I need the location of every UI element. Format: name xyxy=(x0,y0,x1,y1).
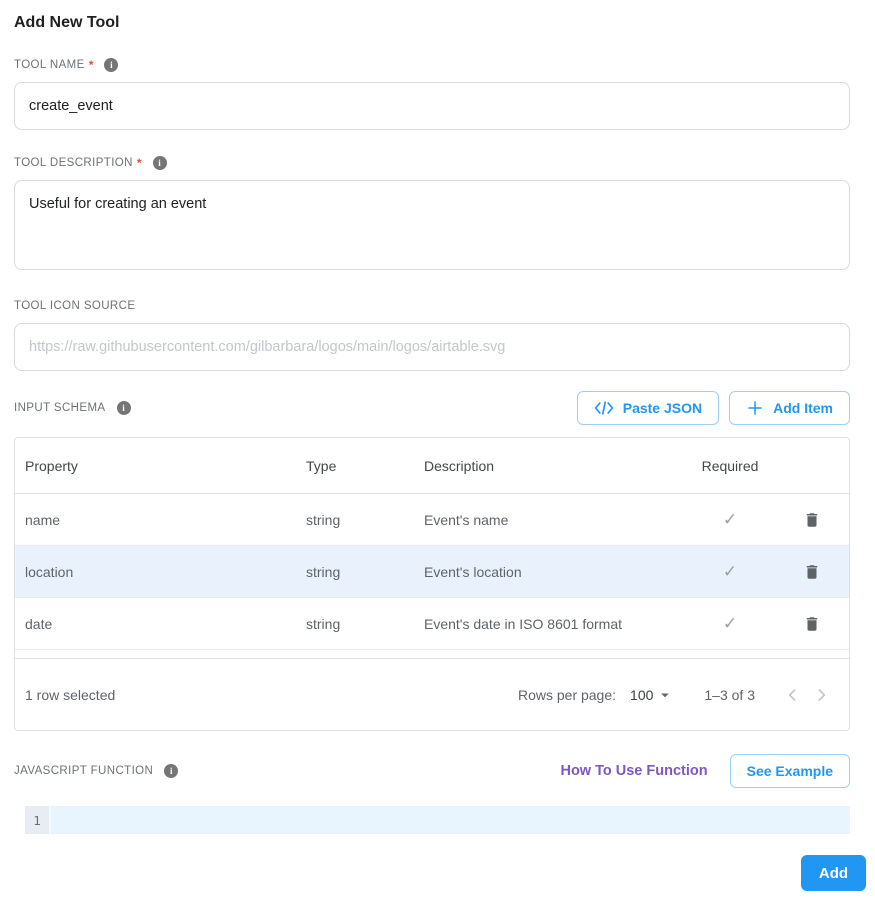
tool-description-label-row: TOOL DESCRIPTION * i xyxy=(14,155,850,171)
how-to-use-function-link[interactable]: How To Use Function xyxy=(560,763,707,779)
tool-name-label-row: TOOL NAME * i xyxy=(14,57,850,73)
javascript-function-label: JAVASCRIPT FUNCTION xyxy=(14,765,154,777)
code-icon xyxy=(594,401,613,415)
next-page-button[interactable] xyxy=(807,681,835,709)
column-header-description: Description xyxy=(424,457,495,474)
table-row[interactable]: location string Event's location ✓ xyxy=(15,546,849,598)
required-asterisk: * xyxy=(136,156,142,170)
tool-icon-source-input[interactable] xyxy=(14,323,850,371)
see-example-label: See Example xyxy=(746,763,833,779)
table-row[interactable]: name string Event's name ✓ xyxy=(15,494,849,546)
tool-name-label: TOOL NAME xyxy=(14,59,85,71)
tool-name-input[interactable] xyxy=(14,82,850,130)
add-item-label: Add Item xyxy=(773,400,833,416)
pagination-range-text: 1–3 of 3 xyxy=(704,686,755,703)
paste-json-button[interactable]: Paste JSON xyxy=(576,391,720,425)
table-row[interactable]: date string Event's date in ISO 8601 for… xyxy=(15,598,849,650)
info-icon[interactable]: i xyxy=(104,58,119,72)
check-icon: ✓ xyxy=(722,613,738,633)
trash-icon xyxy=(806,616,818,631)
plus-icon xyxy=(748,401,762,415)
table-header-row: Property Type Description Required xyxy=(15,438,849,494)
delete-row-button[interactable] xyxy=(799,611,825,637)
cell-description: Event's name xyxy=(424,511,509,528)
input-schema-table: Property Type Description Required name … xyxy=(14,437,850,731)
add-item-button[interactable]: Add Item xyxy=(729,391,850,425)
cell-property: location xyxy=(25,563,74,580)
required-asterisk: * xyxy=(88,58,94,72)
column-header-property: Property xyxy=(25,457,78,474)
tool-description-input[interactable]: Useful for creating an event xyxy=(14,180,850,270)
tool-description-label: TOOL DESCRIPTION xyxy=(14,157,133,169)
cell-type: string xyxy=(306,563,341,580)
chevron-right-icon xyxy=(818,688,826,701)
page-title: Add New Tool xyxy=(14,14,120,31)
info-icon[interactable]: i xyxy=(116,401,131,415)
javascript-function-header: JAVASCRIPT FUNCTION i How To Use Functio… xyxy=(14,754,850,788)
input-schema-header: INPUT SCHEMA i Paste JSON Add Item xyxy=(14,391,850,425)
javascript-function-editor[interactable]: 1 xyxy=(25,806,850,834)
form-actions: Add xyxy=(14,855,866,891)
column-header-required: Required xyxy=(701,457,759,474)
editor-line-number: 1 xyxy=(25,806,51,834)
tool-icon-source-label: TOOL ICON SOURCE xyxy=(14,300,136,312)
trash-icon xyxy=(806,564,818,579)
input-schema-label: INPUT SCHEMA xyxy=(14,402,106,414)
check-icon: ✓ xyxy=(722,509,738,529)
info-icon[interactable]: i xyxy=(164,764,179,778)
column-header-type: Type xyxy=(306,457,337,474)
rows-per-page-label: Rows per page: xyxy=(517,686,617,703)
table-footer: 1 row selected Rows per page: 100 1–3 of… xyxy=(15,659,849,730)
chevron-left-icon xyxy=(788,688,796,701)
table-scrollbar-track xyxy=(15,650,849,659)
add-button[interactable]: Add xyxy=(801,855,866,891)
cell-property: date xyxy=(25,615,53,632)
cell-description: Event's date in ISO 8601 format xyxy=(424,615,623,632)
cell-property: name xyxy=(25,511,61,528)
rows-selected-text: 1 row selected xyxy=(25,686,116,703)
add-new-tool-form: Add New Tool TOOL NAME * i TOOL DESCRIPT… xyxy=(0,0,875,891)
editor-active-line[interactable] xyxy=(51,806,850,834)
cell-type: string xyxy=(306,615,341,632)
rows-per-page-value: 100 xyxy=(630,686,654,703)
rows-per-page-select[interactable]: 100 xyxy=(630,686,674,704)
delete-row-button[interactable] xyxy=(799,507,825,533)
check-icon: ✓ xyxy=(722,561,738,581)
paste-json-label: Paste JSON xyxy=(622,400,703,416)
see-example-button[interactable]: See Example xyxy=(729,754,850,788)
caret-down-icon xyxy=(661,693,670,697)
cell-type: string xyxy=(306,511,341,528)
tool-icon-source-label-row: TOOL ICON SOURCE xyxy=(14,298,850,314)
cell-description: Event's location xyxy=(424,563,522,580)
info-icon[interactable]: i xyxy=(152,156,167,170)
previous-page-button[interactable] xyxy=(779,681,807,709)
delete-row-button[interactable] xyxy=(799,559,825,585)
trash-icon xyxy=(806,512,818,527)
